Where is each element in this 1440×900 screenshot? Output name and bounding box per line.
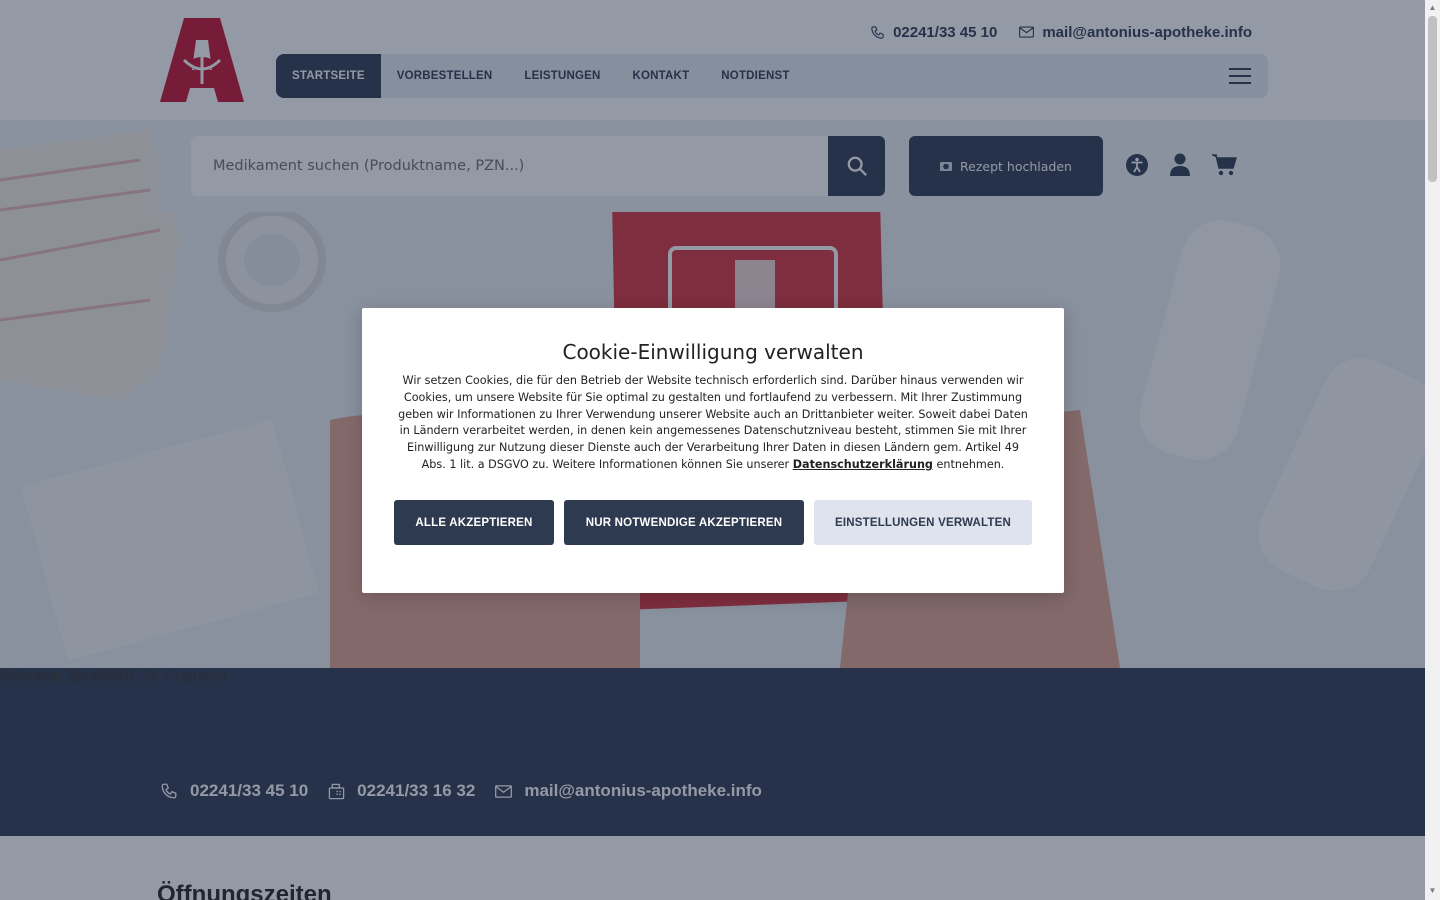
scroll-up-arrow[interactable]: ▲ <box>1428 4 1437 12</box>
scroll-down-arrow[interactable]: ▼ <box>1428 887 1437 895</box>
manage-settings-button[interactable]: EINSTELLUNGEN VERWALTEN <box>814 500 1032 545</box>
cookie-text-end: entnehmen. <box>936 457 1005 471</box>
accept-all-button[interactable]: ALLE AKZEPTIEREN <box>394 500 554 545</box>
cookie-dialog-title: Cookie-Einwilligung verwalten <box>562 340 864 364</box>
cookie-text-body: Wir setzen Cookies, die für den Betrieb … <box>398 374 1028 471</box>
accept-necessary-button[interactable]: NUR NOTWENDIGE AKZEPTIEREN <box>564 500 804 545</box>
cookie-consent-dialog: Cookie-Einwilligung verwalten Wir setzen… <box>362 308 1064 593</box>
cookie-dialog-text: Wir setzen Cookies, die für den Betrieb … <box>394 373 1032 474</box>
privacy-policy-link[interactable]: Datenschutzerklärung <box>793 458 933 471</box>
scrollbar-thumb[interactable] <box>1428 16 1437 182</box>
